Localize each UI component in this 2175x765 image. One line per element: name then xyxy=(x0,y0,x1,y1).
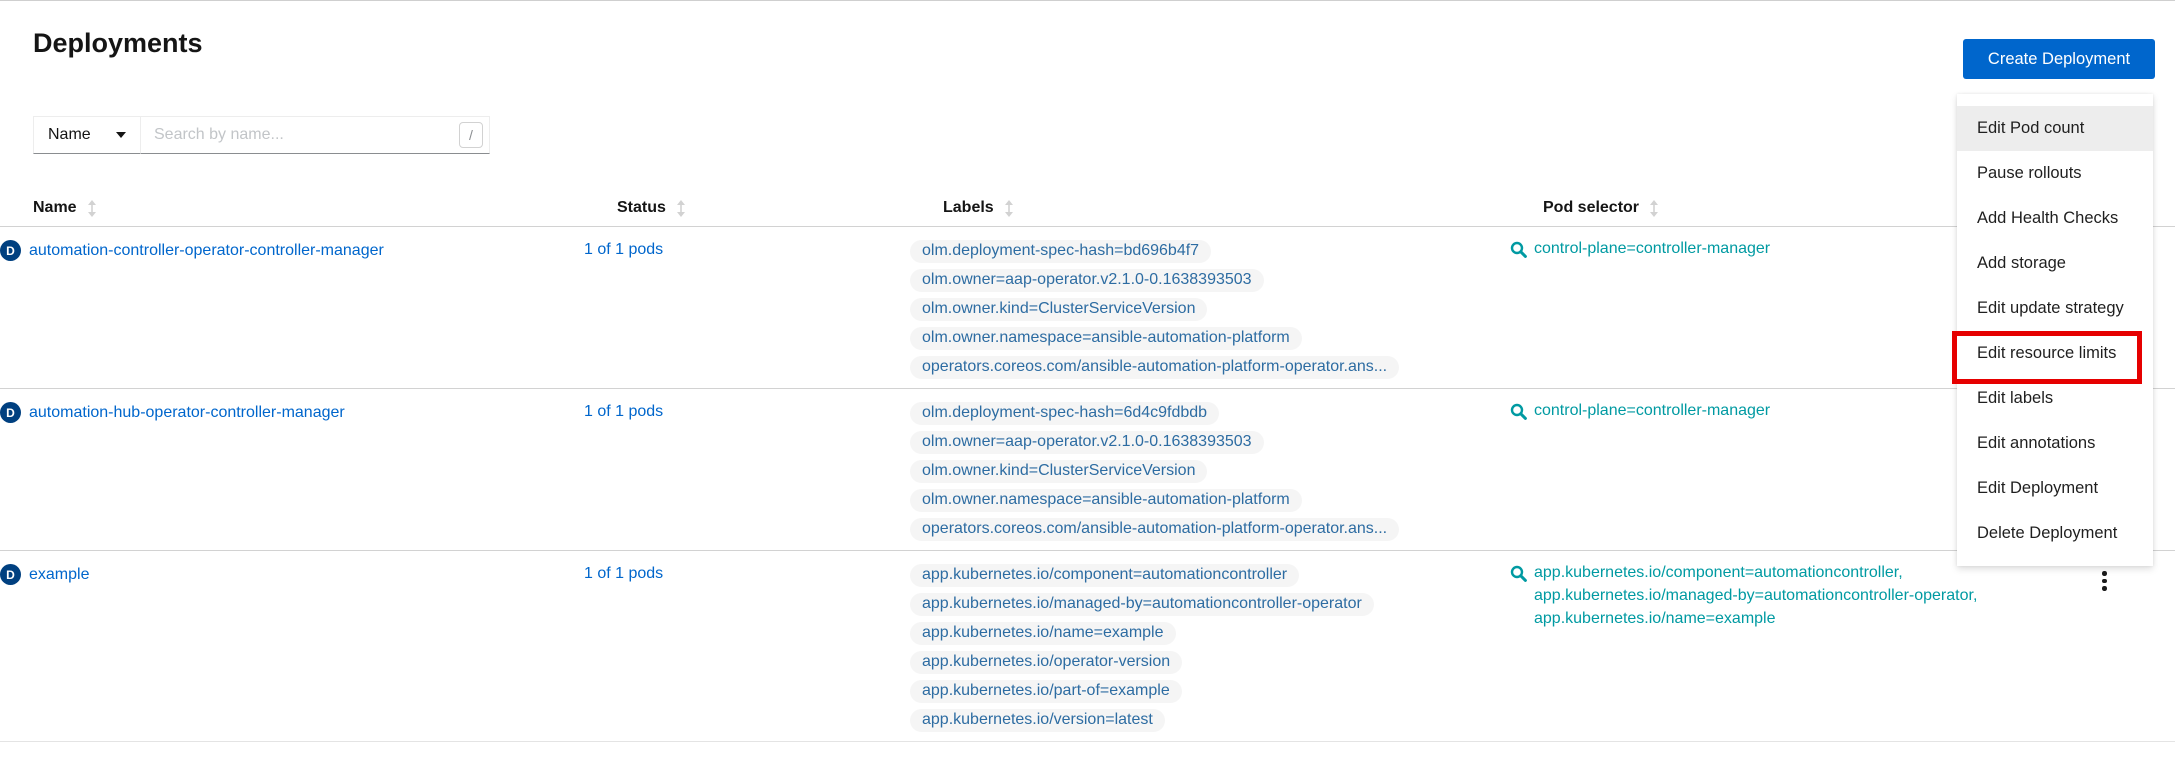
status-cell: 1 of 1 pods xyxy=(584,564,910,583)
menu-item-pause-rollouts[interactable]: Pause rollouts xyxy=(1957,151,2153,196)
table-header-row: Name Status Labels Pod selector xyxy=(0,190,2175,227)
sort-icon xyxy=(1005,200,1013,217)
sort-icon xyxy=(677,200,685,217)
status-cell: 1 of 1 pods xyxy=(584,402,910,421)
table-row: D automation-hub-operator-controller-man… xyxy=(0,389,2175,551)
label-chip: operators.coreos.com/ansible-automation-… xyxy=(910,356,1399,379)
label-chip: app.kubernetes.io/version=latest xyxy=(910,709,1165,732)
menu-item-edit-labels[interactable]: Edit labels xyxy=(1957,376,2153,421)
label-chip: app.kubernetes.io/name=example xyxy=(910,622,1176,645)
labels-cell: app.kubernetes.io/component=automationco… xyxy=(910,564,1510,732)
chevron-down-icon xyxy=(116,132,126,138)
deployment-name-link[interactable]: example xyxy=(29,566,89,584)
deployment-name-cell: D automation-controller-operator-control… xyxy=(0,240,584,261)
deployment-name-link[interactable]: automation-controller-operator-controlle… xyxy=(29,242,384,260)
page-title: Deployments xyxy=(33,28,203,59)
deployment-name-cell: D automation-hub-operator-controller-man… xyxy=(0,402,584,423)
menu-item-delete-deployment[interactable]: Delete Deployment xyxy=(1957,511,2153,556)
menu-item-edit-annotations[interactable]: Edit annotations xyxy=(1957,421,2153,466)
pods-status-link[interactable]: 1 of 1 pods xyxy=(584,241,663,258)
table-row: D example 1 of 1 pods app.kubernetes.io/… xyxy=(0,551,2175,742)
pod-selector-text: control-plane=controller-manager xyxy=(1534,402,1770,420)
pod-selector-text: app.kubernetes.io/component=automationco… xyxy=(1534,564,1977,582)
labels-cell: olm.deployment-spec-hash=6d4c9fdbdb olm.… xyxy=(910,402,1510,541)
menu-item-edit-deployment[interactable]: Edit Deployment xyxy=(1957,466,2153,511)
deployments-table: Name Status Labels Pod selector D automa… xyxy=(0,190,2175,742)
deployment-badge: D xyxy=(0,402,21,423)
create-deployment-button[interactable]: Create Deployment xyxy=(1963,39,2155,79)
deployment-badge: D xyxy=(0,564,21,585)
deployment-name-cell: D example xyxy=(0,564,584,585)
pod-selector-link[interactable]: app.kubernetes.io/component=automationco… xyxy=(1510,564,2067,628)
pods-status-link[interactable]: 1 of 1 pods xyxy=(584,403,663,420)
label-chip: olm.owner.namespace=ansible-automation-p… xyxy=(910,327,1302,350)
deployment-badge: D xyxy=(0,240,21,261)
label-chip: app.kubernetes.io/part-of=example xyxy=(910,680,1182,703)
label-chip: app.kubernetes.io/component=automationco… xyxy=(910,564,1299,587)
search-input[interactable] xyxy=(141,116,490,154)
label-chip: app.kubernetes.io/managed-by=automationc… xyxy=(910,593,1374,616)
column-header-labels[interactable]: Labels xyxy=(943,199,1543,217)
label-chip: olm.owner.kind=ClusterServiceVersion xyxy=(910,460,1207,483)
label-chip: app.kubernetes.io/operator-version xyxy=(910,651,1182,674)
label-chip: olm.owner.kind=ClusterServiceVersion xyxy=(910,298,1207,321)
label-chip: olm.deployment-spec-hash=bd696b4f7 xyxy=(910,240,1211,263)
search-icon xyxy=(1510,403,1527,425)
search-icon xyxy=(1510,565,1527,628)
search-icon xyxy=(1510,241,1527,263)
label-chip: operators.coreos.com/ansible-automation-… xyxy=(910,518,1399,541)
sort-icon xyxy=(88,200,96,217)
search-box: / xyxy=(141,116,490,154)
label-chip: olm.deployment-spec-hash=6d4c9fdbdb xyxy=(910,402,1219,425)
label-chip: olm.owner.namespace=ansible-automation-p… xyxy=(910,489,1302,512)
menu-item-add-health-checks[interactable]: Add Health Checks xyxy=(1957,196,2153,241)
kebab-menu-icon[interactable] xyxy=(2098,567,2111,595)
table-row: D automation-controller-operator-control… xyxy=(0,227,2175,389)
menu-item-edit-update-strategy[interactable]: Edit update strategy xyxy=(1957,286,2153,331)
pod-selector-text: control-plane=controller-manager xyxy=(1534,240,1770,258)
status-cell: 1 of 1 pods xyxy=(584,240,910,259)
menu-item-edit-pod-count[interactable]: Edit Pod count xyxy=(1957,106,2153,151)
label-chip: olm.owner=aap-operator.v2.1.0-0.16383935… xyxy=(910,269,1264,292)
slash-shortcut-badge: / xyxy=(459,122,483,148)
sort-icon xyxy=(1650,200,1658,217)
filter-toolbar: Name / xyxy=(33,116,490,154)
pod-selector-text: app.kubernetes.io/name=example xyxy=(1534,610,1977,628)
menu-item-edit-resource-limits[interactable]: Edit resource limits xyxy=(1957,331,2153,376)
column-header-status[interactable]: Status xyxy=(617,199,943,217)
label-chip: olm.owner=aap-operator.v2.1.0-0.16383935… xyxy=(910,431,1264,454)
menu-item-add-storage[interactable]: Add storage xyxy=(1957,241,2153,286)
labels-cell: olm.deployment-spec-hash=bd696b4f7 olm.o… xyxy=(910,240,1510,379)
filter-type-dropdown[interactable]: Name xyxy=(33,116,141,154)
pods-status-link[interactable]: 1 of 1 pods xyxy=(584,565,663,582)
pod-selector-text: app.kubernetes.io/managed-by=automationc… xyxy=(1534,587,1977,605)
column-header-name[interactable]: Name xyxy=(33,199,617,217)
deployment-name-link[interactable]: automation-hub-operator-controller-manag… xyxy=(29,404,345,422)
filter-type-label: Name xyxy=(48,126,91,144)
row-actions-menu: Edit Pod count Pause rollouts Add Health… xyxy=(1957,94,2153,566)
